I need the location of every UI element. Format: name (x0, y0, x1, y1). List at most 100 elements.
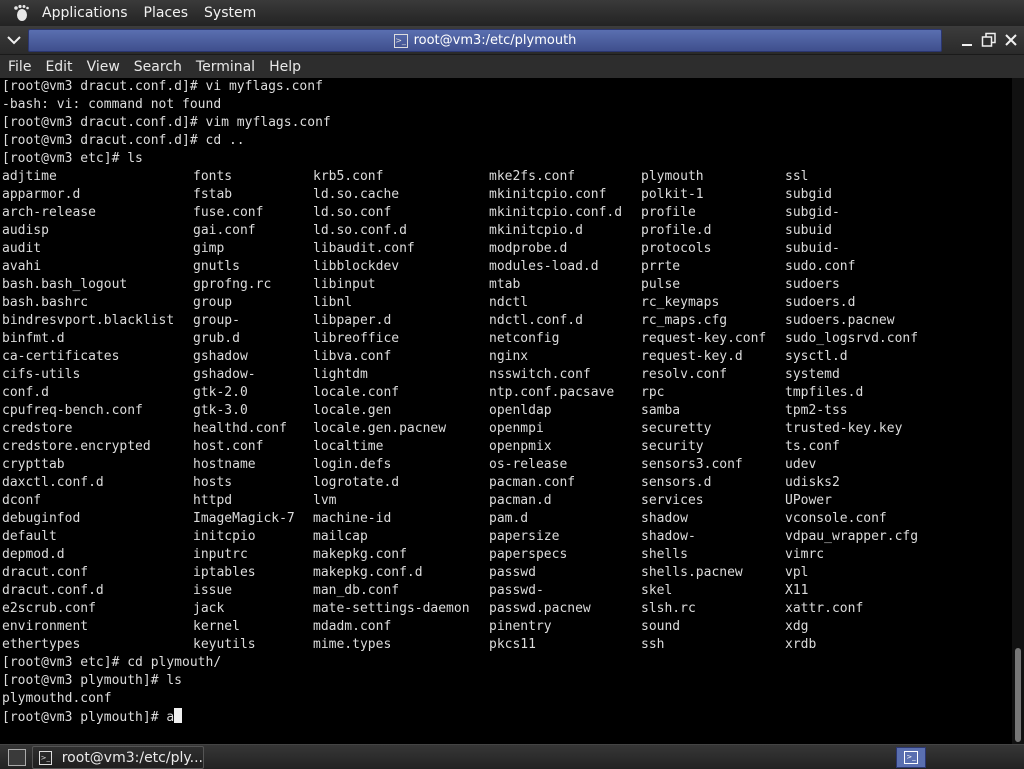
ls-entry: cifs-utils (2, 367, 81, 382)
ls-entry: plymouth (641, 169, 704, 184)
system-menu[interactable]: System (196, 5, 264, 21)
menu-help[interactable]: Help (262, 59, 308, 75)
bottom-panel: >_ root@vm3:/etc/ply... >_ (0, 744, 1024, 769)
taskbar-window-button[interactable]: >_ root@vm3:/etc/ply... (32, 746, 204, 769)
maximize-button[interactable] (978, 29, 1000, 51)
ls-entry: localtime (313, 439, 384, 454)
ls-entry: locale.conf (313, 385, 400, 400)
scrollbar-thumb[interactable] (1015, 648, 1021, 742)
ls-entry: subgid (785, 187, 832, 202)
terminal-line: [root@vm3 plymouth]# ls (2, 673, 183, 688)
close-button[interactable] (1000, 29, 1022, 51)
ls-entry: bash.bash_logout (2, 277, 128, 292)
ls-row: e2scrub.conf jack mate-settings-daemon pass… (0, 600, 1012, 618)
ls-entry: nsswitch.conf (489, 367, 591, 382)
gnome-foot-icon[interactable] (12, 4, 30, 22)
ls-entry: ssh (641, 637, 665, 652)
ls-entry: gai.conf (193, 223, 256, 238)
workspace-switcher-icon[interactable]: >_ (896, 747, 926, 768)
ls-row: cpufreq-bench.conf gtk-3.0 locale.gen openl… (0, 402, 1012, 420)
prompt-line[interactable]: [root@vm3 plymouth]# a (2, 708, 183, 726)
ls-entry: ld.so.conf.d (313, 223, 407, 238)
ls-entry: security (641, 439, 704, 454)
ls-entry: logrotate.d (313, 475, 400, 490)
ls-entry: mkinitcpio.conf.d (489, 205, 623, 220)
ls-entry: ts.conf (785, 439, 840, 454)
ls-entry: libblockdev (313, 259, 400, 274)
command-input[interactable]: a (166, 710, 174, 725)
ls-entry: arch-release (2, 205, 96, 220)
ls-entry: prrte (641, 259, 681, 274)
ls-entry: securetty (641, 421, 712, 436)
ls-entry: avahi (2, 259, 42, 274)
ls-entry: healthd.conf (193, 421, 287, 436)
menu-file[interactable]: File (0, 59, 38, 75)
ls-entry: gprofng.rc (193, 277, 272, 292)
menu-view[interactable]: View (80, 59, 127, 75)
ls-entry: group (193, 295, 233, 310)
ls-entry: vconsole.conf (785, 511, 887, 526)
ls-entry: papersize (489, 529, 560, 544)
show-desktop-icon[interactable] (8, 749, 26, 766)
menu-terminal[interactable]: Terminal (189, 59, 262, 75)
menu-edit[interactable]: Edit (38, 59, 79, 75)
ls-entry: locale.gen (313, 403, 392, 418)
terminal-output[interactable]: [root@vm3 dracut.conf.d]# vi myflags.con… (0, 78, 1012, 744)
ls-entry: default (2, 529, 57, 544)
ls-entry: lightdm (313, 367, 368, 382)
ls-entry: environment (2, 619, 89, 634)
ls-row: ethertypes keyutils mime.types pkcs11 ssh xrd… (0, 636, 1012, 654)
ls-entry: subuid (785, 223, 832, 238)
menu-search[interactable]: Search (127, 59, 189, 75)
ls-entry: cpufreq-bench.conf (2, 403, 143, 418)
window-titlebar[interactable]: >_ root@vm3:/etc/plymouth (0, 26, 1024, 55)
ls-row: cifs-utils gshadow-lightdm nsswitch.conf re… (0, 366, 1012, 384)
ls-entry: ndctl.conf.d (489, 313, 583, 328)
ls-entry: passwd (489, 565, 536, 580)
ls-entry: X11 (785, 583, 809, 598)
ls-row: binfmt.d grub.d libreoffice netconfig reques… (0, 330, 1012, 348)
ls-entry: fonts (193, 169, 233, 184)
ls-entry: ssl (785, 169, 809, 184)
ls-entry: libinput (313, 277, 376, 292)
ls-entry: libreoffice (313, 331, 400, 346)
ls-entry: libnl (313, 295, 353, 310)
ls-entry: pacman.d (489, 493, 552, 508)
ls-entry: locale.gen.pacnew (313, 421, 447, 436)
ls-entry: debuginfod (2, 511, 81, 526)
ls-entry: credstore (2, 421, 73, 436)
terminal-scrollbar[interactable] (1012, 78, 1024, 744)
ls-entry: mate-settings-daemon (313, 601, 470, 616)
ls-entry: man_db.conf (313, 583, 400, 598)
ls-row: audit gimp libaudit.conf modprobe.d protocol… (0, 240, 1012, 258)
title-area[interactable]: >_ root@vm3:/etc/plymouth (28, 29, 942, 52)
ls-entry: sound (641, 619, 681, 634)
ls-entry: gimp (193, 241, 225, 256)
ls-entry: adjtime (2, 169, 57, 184)
ls-entry: vdpau_wrapper.cfg (785, 529, 919, 544)
ls-entry: bash.bashrc (2, 295, 89, 310)
places-menu[interactable]: Places (136, 5, 197, 21)
minimize-button[interactable] (956, 29, 978, 51)
ls-entry: modules-load.d (489, 259, 599, 274)
ls-entry: keyutils (193, 637, 256, 652)
ls-entry: skel (641, 583, 673, 598)
ls-entry: ImageMagick-7 (193, 511, 295, 526)
ls-entry: protocols (641, 241, 712, 256)
ls-entry: ld.so.conf (313, 205, 392, 220)
ls-row: bash.bashrc group libnl ndctl rc_keymaps sudo… (0, 294, 1012, 312)
applications-menu[interactable]: Applications (34, 5, 136, 21)
ls-entry: shadow (641, 511, 688, 526)
ls-row: daxctl.conf.d hosts logrotate.d pacman.conf… (0, 474, 1012, 492)
ls-row: conf.d gtk-2.0 locale.conf ntp.conf.pacsave… (0, 384, 1012, 402)
ls-entry: mdadm.conf (313, 619, 392, 634)
ls-entry: crypttab (2, 457, 65, 472)
ls-row: dconf httpd lvm pacman.d services UPower (0, 492, 1012, 510)
ls-entry: shells.pacnew (641, 565, 743, 580)
ls-entry: sensors.d (641, 475, 712, 490)
window-menu-chevron-icon[interactable] (4, 30, 24, 50)
ls-entry: ld.so.cache (313, 187, 400, 202)
ls-entry: request-key.d (641, 349, 743, 364)
ls-entry: dracut.conf (2, 565, 89, 580)
ls-row: credstore healthd.conf locale.gen.pacnew op… (0, 420, 1012, 438)
